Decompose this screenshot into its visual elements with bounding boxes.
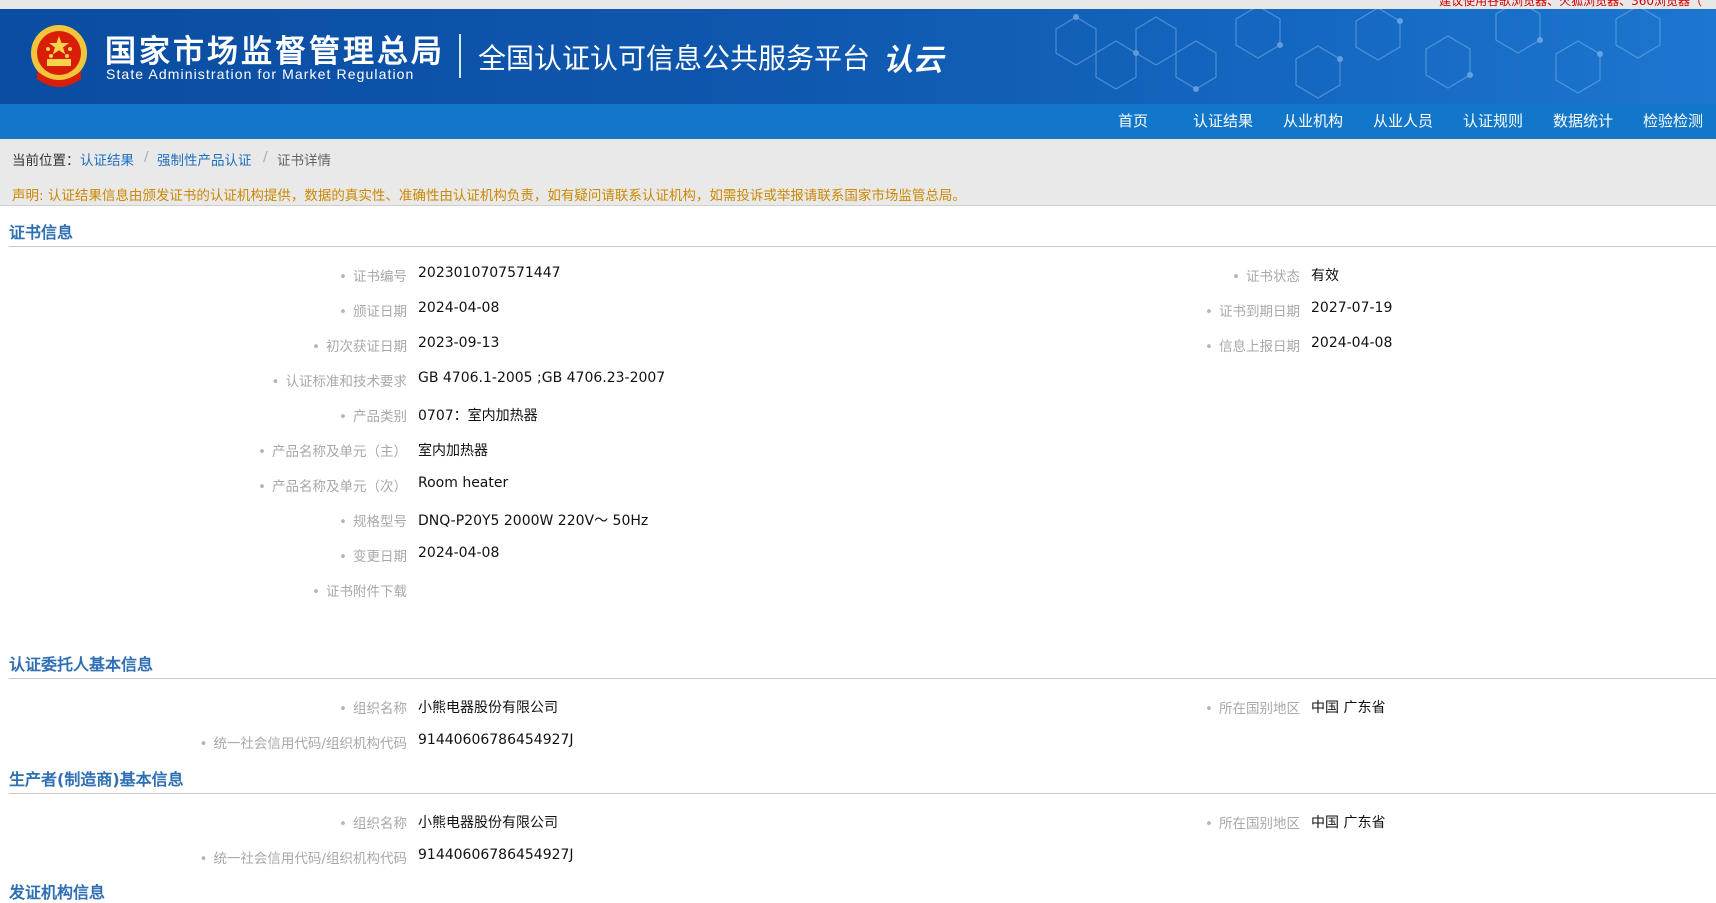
content-top-border (0, 205, 1716, 206)
header-divider (459, 34, 461, 78)
label-applicant-region: • 所在国别地区 (1205, 701, 1300, 717)
section-title-manufacturer: 生产者(制造商)基本信息 (9, 770, 184, 789)
platform-title: 全国认证认可信息公共服务平台 (478, 42, 871, 75)
section-title-issuer: 发证机构信息 (9, 883, 106, 902)
value-applicant-credit: 91440606786454927J (418, 732, 574, 748)
value-standard: GB 4706.1-2005 ;GB 4706.23-2007 (418, 370, 666, 386)
section-title-applicant: 认证委托人基本信息 (9, 655, 154, 674)
nav-item-practitioners[interactable]: 从业人员 (1373, 104, 1433, 139)
section-divider (9, 246, 1716, 247)
browser-notice-strip: 建议使用谷歌浏览器、火狐浏览器、360浏览器（ (0, 0, 1716, 9)
label-manufacturer-credit: • 统一社会信用代码/组织机构代码 (199, 851, 407, 867)
value-change-date: 2024-04-08 (418, 545, 500, 561)
breadcrumb-bar: 当前位置： 认证结果 / 强制性产品认证 / 证书详情 声明: 认证结果信息由颁… (0, 139, 1716, 205)
agency-name-cn: 国家市场监督管理总局 (105, 34, 445, 70)
label-applicant-org: • 组织名称 (339, 701, 407, 717)
breadcrumb-ccc[interactable]: 强制性产品认证 (157, 149, 252, 169)
value-applicant-region: 中国 广东省 (1311, 700, 1386, 716)
label-attachment-download: • 证书附件下载 (312, 584, 407, 600)
label-manufacturer-region: • 所在国别地区 (1205, 816, 1300, 832)
main-nav: 首页 认证结果 从业机构 从业人员 认证规则 数据统计 检验检测 (0, 104, 1716, 139)
label-expiry-date: • 证书到期日期 (1205, 304, 1300, 320)
value-manufacturer-org: 小熊电器股份有限公司 (418, 815, 558, 831)
disclaimer-notice: 声明: 认证结果信息由颁发证书的认证机构提供，数据的真实性、准确性由认证机构负责… (12, 188, 966, 204)
browser-notice-text: 建议使用谷歌浏览器、火狐浏览器、360浏览器（ (1439, 0, 1702, 8)
value-product-sub: Room heater (418, 475, 509, 491)
label-manufacturer-org: • 组织名称 (339, 816, 407, 832)
breadcrumb-cert-results[interactable]: 认证结果 (80, 149, 134, 169)
nav-item-inspection[interactable]: 检验检测 (1643, 104, 1703, 139)
cloud-logo: 认云 (883, 43, 943, 78)
label-cert-status: • 证书状态 (1232, 269, 1300, 285)
nav-item-cert-rules[interactable]: 认证规则 (1463, 104, 1523, 139)
agency-name-en: State Administration for Market Regulati… (106, 66, 415, 82)
value-category: 0707：室内加热器 (418, 408, 538, 424)
label-first-date: • 初次获证日期 (312, 339, 407, 355)
value-first-date: 2023-09-13 (418, 335, 500, 351)
value-cert-status: 有效 (1311, 268, 1339, 284)
section-divider (9, 793, 1716, 794)
value-report-date: 2024-04-08 (1311, 335, 1393, 351)
label-cert-no: • 证书编号 (339, 269, 407, 285)
section-title-cert-info: 证书信息 (9, 223, 74, 242)
value-manufacturer-credit: 91440606786454927J (418, 847, 574, 863)
value-model: DNQ-P20Y5 2000W 220V～ 50Hz (418, 513, 649, 529)
value-product-main: 室内加热器 (418, 443, 488, 459)
national-emblem-icon (31, 25, 87, 87)
value-manufacturer-region: 中国 广东省 (1311, 815, 1386, 831)
breadcrumb-separator: / (263, 149, 268, 165)
label-product-sub: • 产品名称及单元（次） (258, 479, 407, 495)
breadcrumb-current: 证书详情 (277, 153, 331, 169)
label-product-main: • 产品名称及单元（主） (258, 444, 407, 460)
label-category: • 产品类别 (339, 409, 407, 425)
label-report-date: • 信息上报日期 (1205, 339, 1300, 355)
nav-item-statistics[interactable]: 数据统计 (1553, 104, 1613, 139)
nav-item-cert-results[interactable]: 认证结果 (1193, 104, 1253, 139)
nav-item-institutions[interactable]: 从业机构 (1283, 104, 1343, 139)
label-issue-date: • 颁证日期 (339, 304, 407, 320)
label-change-date: • 变更日期 (339, 549, 407, 565)
site-header: 国家市场监督管理总局 State Administration for Mark… (0, 9, 1716, 104)
hexagon-pattern-decoration (1055, 9, 1661, 99)
breadcrumb-separator: / (144, 149, 149, 165)
breadcrumb-prefix: 当前位置： (12, 153, 80, 169)
value-applicant-org: 小熊电器股份有限公司 (418, 700, 558, 716)
nav-item-home[interactable]: 首页 (1118, 104, 1148, 139)
section-divider (9, 678, 1716, 679)
value-issue-date: 2024-04-08 (418, 300, 500, 316)
label-model: • 规格型号 (339, 514, 407, 530)
value-cert-no: 2023010707571447 (418, 265, 561, 281)
label-standard: • 认证标准和技术要求 (271, 374, 407, 390)
label-applicant-credit: • 统一社会信用代码/组织机构代码 (199, 736, 407, 752)
value-expiry-date: 2027-07-19 (1311, 300, 1393, 316)
